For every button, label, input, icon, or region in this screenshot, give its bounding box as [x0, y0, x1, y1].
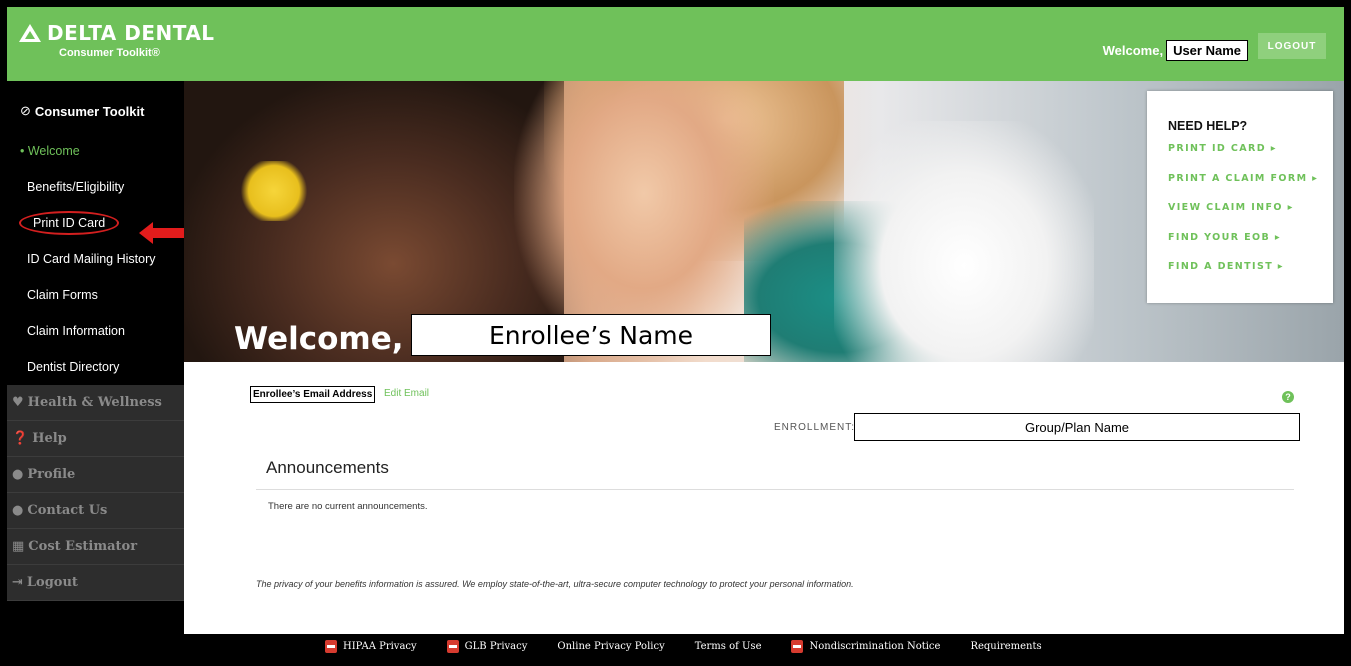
- help-link-print-id-card[interactable]: PRINT ID CARD ▸: [1168, 143, 1333, 173]
- privacy-statement: The privacy of your benefits information…: [256, 579, 854, 589]
- sidebar-title-label: Consumer Toolkit: [34, 103, 145, 119]
- group-plan-name: Group/Plan Name: [854, 413, 1300, 441]
- check-circle-icon: ⊘: [20, 103, 31, 118]
- sidebar-section-profile[interactable]: ● Profile: [7, 457, 184, 493]
- help-link-find-dentist[interactable]: FIND A DENTIST ▸: [1168, 261, 1333, 291]
- divider: [256, 489, 1294, 490]
- sidebar-section-contact-us[interactable]: ● Contact Us: [7, 493, 184, 529]
- help-link-find-eob[interactable]: FIND YOUR EOB ▸: [1168, 232, 1333, 262]
- enrollee-email: Enrollee’s Email Address: [250, 386, 376, 403]
- sidebar-section-health-wellness[interactable]: ♥ Health & Wellness: [7, 385, 184, 421]
- pdf-icon: [446, 640, 459, 653]
- footer-link-hipaa[interactable]: HIPAA Privacy: [325, 640, 417, 653]
- footer: HIPAA Privacy GLB Privacy Online Privacy…: [7, 634, 1344, 659]
- section-label: Help: [32, 431, 67, 446]
- sidebar-section-help[interactable]: ❓ Help: [7, 421, 184, 457]
- brand-subtitle: Consumer Toolkit®: [59, 47, 160, 59]
- page-frame: DELTA DENTAL Consumer Toolkit® Welcome, …: [7, 7, 1344, 659]
- delta-dental-logo[interactable]: DELTA DENTAL Consumer Toolkit®: [19, 21, 215, 59]
- footer-link-label: GLB Privacy: [464, 641, 528, 652]
- user-name: User Name: [1166, 40, 1248, 61]
- footer-link-label: Terms of Use: [694, 641, 762, 652]
- logout-button[interactable]: LOGOUT: [1258, 33, 1326, 59]
- announcements-text: There are no current announcements.: [268, 501, 428, 512]
- footer-link-online-privacy[interactable]: Online Privacy Policy: [557, 641, 664, 652]
- calculator-icon: ▦: [12, 539, 25, 554]
- welcome-label: Welcome,: [1102, 43, 1164, 58]
- section-label: Health & Wellness: [27, 395, 162, 410]
- brand-name: DELTA DENTAL: [47, 21, 215, 45]
- section-label: Profile: [27, 467, 76, 482]
- user-icon: ●: [12, 467, 24, 482]
- enrollment-label: ENROLLMENT:: [774, 422, 856, 433]
- footer-link-label: Online Privacy Policy: [557, 641, 665, 652]
- section-label: Cost Estimator: [28, 539, 138, 554]
- footer-link-requirements[interactable]: Requirements: [970, 641, 1041, 652]
- sidebar-section-cost-estimator[interactable]: ▦ Cost Estimator: [7, 529, 184, 565]
- chat-icon: ●: [12, 503, 24, 518]
- footer-link-terms[interactable]: Terms of Use: [695, 641, 762, 652]
- edit-email-link[interactable]: Edit Email: [384, 388, 429, 399]
- hero-photo-bow: [239, 161, 309, 221]
- logout-icon: ⇥: [12, 575, 23, 590]
- footer-link-label: HIPAA Privacy: [343, 641, 417, 652]
- sidebar-section-logout[interactable]: ⇥ Logout: [7, 565, 184, 601]
- enrollee-name: Enrollee’s Name: [411, 314, 771, 356]
- sidebar-nav: ⊘ Consumer Toolkit • Welcome Benefits/El…: [7, 81, 184, 611]
- help-link-view-claim-info[interactable]: VIEW CLAIM INFO ▸: [1168, 202, 1333, 232]
- delta-logo-icon: [19, 24, 41, 42]
- user-greeting: Welcome, User Name: [1103, 40, 1248, 61]
- hero-photo-coat: [834, 121, 1094, 362]
- footer-link-glb[interactable]: GLB Privacy: [446, 640, 528, 653]
- footer-link-label: Nondiscrimination Notice: [809, 641, 941, 652]
- heart-icon: ♥: [12, 395, 24, 410]
- red-arrow-annotation-icon: [139, 222, 189, 244]
- sidebar-title[interactable]: ⊘ Consumer Toolkit: [7, 89, 184, 133]
- help-question-icon[interactable]: ?: [1282, 391, 1294, 403]
- pdf-icon: [325, 640, 337, 653]
- section-label: Logout: [26, 575, 78, 590]
- main-content: Enrollee’s Email Address Edit Email ? EN…: [184, 362, 1344, 634]
- need-help-panel: NEED HELP? PRINT ID CARD ▸ PRINT A CLAIM…: [1147, 91, 1333, 303]
- sidebar-item-dentist-directory[interactable]: Dentist Directory: [7, 349, 184, 385]
- footer-link-nondiscrimination[interactable]: Nondiscrimination Notice: [791, 640, 940, 653]
- header-bar: DELTA DENTAL Consumer Toolkit® Welcome, …: [7, 7, 1344, 81]
- print-id-card-label[interactable]: Print ID Card: [19, 211, 120, 235]
- footer-link-label: Requirements: [970, 641, 1042, 652]
- announcements-title: Announcements: [266, 458, 389, 477]
- section-label: Contact Us: [27, 503, 108, 518]
- sidebar-item-claim-forms[interactable]: Claim Forms: [7, 277, 184, 313]
- sidebar-item-id-card-mailing-history[interactable]: ID Card Mailing History: [7, 241, 184, 277]
- hero-welcome-text: Welcome,: [234, 321, 404, 357]
- help-link-print-claim-form[interactable]: PRINT A CLAIM FORM ▸: [1168, 173, 1333, 203]
- sidebar-item-welcome[interactable]: • Welcome: [7, 133, 184, 169]
- question-icon: ❓: [12, 431, 29, 446]
- sidebar-item-claim-information[interactable]: Claim Information: [7, 313, 184, 349]
- need-help-title: NEED HELP?: [1168, 119, 1248, 133]
- sidebar-item-benefits[interactable]: Benefits/Eligibility: [7, 169, 184, 205]
- pdf-icon: [791, 640, 804, 653]
